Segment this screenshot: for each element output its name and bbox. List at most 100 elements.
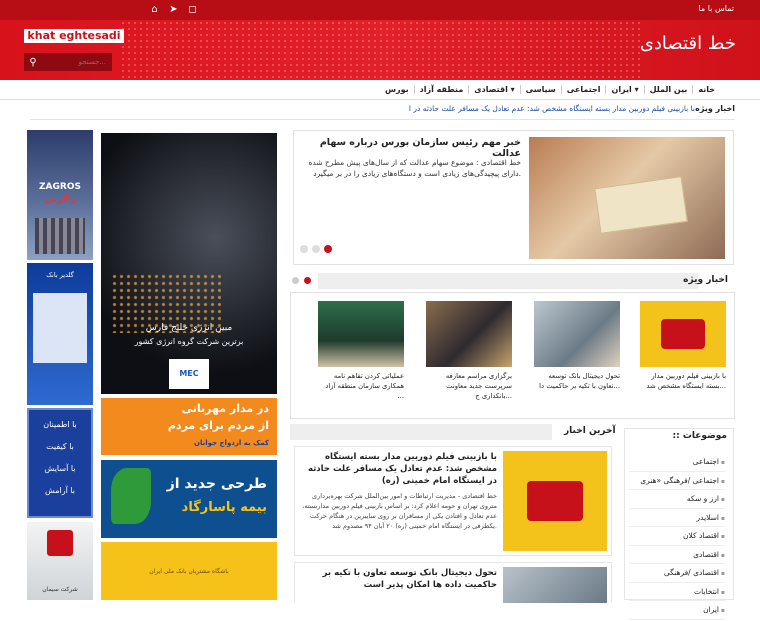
- slider-dot-2[interactable]: [312, 245, 320, 253]
- news-ticker: اخبار ویژه با بازبینی فیلم دوربین مدار ب…: [30, 100, 735, 120]
- featured-caption[interactable]: تحول دیجیتال بانک توسعه تعاون با تکیه بر…: [534, 371, 620, 391]
- featured-image[interactable]: [426, 301, 512, 367]
- instagram-icon[interactable]: ◻: [183, 0, 202, 20]
- topic-item[interactable]: اقتصادی: [629, 546, 725, 564]
- main-nav: خانه بین الملل ایران ▾ اجتماعی سیاسی اقت…: [0, 80, 760, 100]
- ad-persian-gulf-sub: برترین شرکت گروه انرژی کشور: [134, 337, 244, 346]
- contact-link[interactable]: تماس با ما: [698, 4, 734, 13]
- ad-bank-melli-text: باشگاه مشتریان بانک ملی ایران: [149, 568, 229, 575]
- ticker-label: اخبار ویژه: [695, 104, 735, 113]
- ad-calm-line-1: با اطمینان: [43, 420, 77, 429]
- latest-title: آخرین اخبار: [564, 426, 616, 436]
- slider-dot-3[interactable]: [300, 245, 308, 253]
- featured-prev[interactable]: [292, 277, 299, 284]
- topics-title: :: موضوعات: [672, 431, 727, 441]
- ad-calm[interactable]: با اطمینان با کیفیت با آسایش با آرامش: [27, 408, 93, 518]
- home-icon[interactable]: ⌂: [145, 0, 164, 20]
- ad-zagros-plant: [35, 218, 85, 254]
- nav-item-economic[interactable]: اقتصادی ▾: [468, 85, 519, 94]
- news-desc: خط اقتصادی - مدیریت ارتباطات و امور بین‌…: [302, 492, 497, 530]
- ad-bank[interactable]: گلدیر بانک: [27, 263, 93, 405]
- topic-item[interactable]: ارز و سکه: [629, 490, 725, 509]
- news-item[interactable]: تحول دیجیتال بانک توسعه تعاون با تکیه بر…: [294, 562, 612, 603]
- featured-caption[interactable]: عملیاتی کردن تفاهم نامه همکاری سازمان من…: [318, 371, 404, 401]
- ad-calm-line-3: با آسایش: [44, 464, 76, 473]
- ad-pasargad-line-1: طرحی جدید از: [166, 476, 267, 492]
- topic-item[interactable]: اسلایدر: [629, 509, 725, 527]
- ticker-link[interactable]: با بازبینی فیلم دوربین مدار بسته ایستگاه…: [409, 104, 695, 113]
- headline-slider[interactable]: خبر مهم رئیس سازمان بورس درباره سهام عدا…: [293, 130, 734, 265]
- topic-item[interactable]: انتخابات: [629, 583, 725, 601]
- topic-item[interactable]: اقتصادی /فرهنگی: [629, 564, 725, 583]
- ad-pasargad[interactable]: طرحی جدید از بیمه پاسارگاد: [101, 460, 277, 538]
- ad-zagros[interactable]: ZAGROS زاگرس: [27, 130, 93, 260]
- featured-title: اخبار ویژه: [683, 275, 728, 285]
- featured-caption[interactable]: با بازبینی فیلم دوربین مدار بسته ایستگاه…: [640, 371, 726, 391]
- featured-image[interactable]: [640, 301, 726, 367]
- nav-item-bourse[interactable]: بورس: [380, 85, 414, 94]
- news-title[interactable]: با بازبینی فیلم دوربین مدار بسته ایستگاه…: [297, 451, 497, 487]
- search-box: ⚲: [24, 53, 112, 71]
- slider-dot-1[interactable]: [324, 245, 332, 253]
- featured-next[interactable]: [304, 277, 311, 284]
- telegram-icon[interactable]: ➤: [164, 0, 183, 20]
- ad-persian-gulf[interactable]: مبین انرژی خلیج فارس برترین شرکت گروه ان…: [101, 133, 277, 394]
- latest-news: با بازبینی فیلم دوربین مدار بسته ایستگاه…: [290, 440, 616, 603]
- ad-zagros-sub: زاگرس: [44, 195, 76, 205]
- ad-persian-gulf-title: مبین انرژی خلیج فارس: [145, 323, 233, 333]
- ad-mehrbani-line-2: از مردم برای مردم: [167, 419, 269, 432]
- ad-mehrbani-sub: کمک به ازدواج جوانان: [194, 439, 269, 447]
- news-item[interactable]: با بازبینی فیلم دوربین مدار بسته ایستگاه…: [294, 446, 612, 556]
- featured-bar: [318, 273, 698, 289]
- featured-caption[interactable]: برگزاری مراسم معارفه سرپرست جدید معاونت …: [426, 371, 512, 401]
- topic-item[interactable]: اجتماعی: [629, 453, 725, 472]
- ad-bank-melli[interactable]: باشگاه مشتریان بانک ملی ایران: [101, 542, 277, 600]
- news-title[interactable]: تحول دیجیتال بانک توسعه تعاون با تکیه بر…: [297, 567, 497, 591]
- site-name[interactable]: خط اقتصادی: [640, 33, 736, 54]
- nav-item-international[interactable]: بین الملل: [643, 85, 693, 94]
- top-bar: تماس با ما ⌂ ➤ ◻: [0, 0, 760, 20]
- featured-item[interactable]: با بازبینی فیلم دوربین مدار بسته ایستگاه…: [640, 301, 726, 391]
- ad-zagros-title: ZAGROS: [39, 182, 81, 192]
- ad-mehrbani-line-1: در مدار مهربانی: [181, 402, 269, 415]
- ad-mehrbani[interactable]: در مدار مهربانی از مردم برای مردم کمک به…: [101, 398, 277, 455]
- slider-title[interactable]: خبر مهم رئیس سازمان بورس درباره سهام عدا…: [301, 137, 521, 159]
- nav-item-home[interactable]: خانه: [692, 85, 720, 94]
- nav-item-social[interactable]: اجتماعی: [560, 85, 606, 94]
- search-input[interactable]: [42, 58, 110, 66]
- site-header: khat eghtesadi ⚲ خط اقتصادی: [0, 20, 760, 80]
- news-image[interactable]: [503, 567, 607, 603]
- notice-badge: [527, 481, 583, 521]
- ad-calm-line-2: با کیفیت: [46, 442, 74, 451]
- featured-image[interactable]: [318, 301, 404, 367]
- search-icon[interactable]: ⚲: [24, 57, 42, 68]
- ad-mabin-logo: MEC: [169, 359, 209, 389]
- featured-image[interactable]: [534, 301, 620, 367]
- share-card-image: [594, 176, 688, 234]
- site-logo[interactable]: khat eghtesadi: [24, 29, 124, 43]
- ad-cement-logo: [47, 530, 73, 556]
- topic-item[interactable]: اقتصاد کلان: [629, 527, 725, 546]
- slider-dots: [300, 245, 336, 253]
- featured-item[interactable]: عملیاتی کردن تفاهم نامه همکاری سازمان من…: [318, 301, 404, 401]
- featured-nav-dots: [292, 277, 311, 284]
- nav-item-iran[interactable]: ایران ▾: [605, 85, 643, 94]
- ad-bank-text: گلدیر بانک: [46, 271, 74, 279]
- topic-item[interactable]: اجتماعی /فرهنگی «هنری: [629, 472, 725, 490]
- latest-bar: [290, 424, 552, 440]
- featured-item[interactable]: برگزاری مراسم معارفه سرپرست جدید معاونت …: [426, 301, 512, 401]
- nav-item-political[interactable]: سیاسی: [519, 85, 561, 94]
- nav-item-free-zone[interactable]: منطقه آزاد: [413, 85, 469, 94]
- featured-item[interactable]: تحول دیجیتال بانک توسعه تعاون با تکیه بر…: [534, 301, 620, 391]
- topic-item[interactable]: ایران: [629, 601, 725, 620]
- news-image[interactable]: [503, 451, 607, 551]
- ad-cement[interactable]: شرکت سیمان: [27, 522, 93, 600]
- social-icons: ⌂ ➤ ◻: [145, 0, 202, 20]
- featured-news: با بازبینی فیلم دوربین مدار بسته ایستگاه…: [290, 292, 735, 419]
- ad-pasargad-line-2: بیمه پاسارگاد: [181, 500, 267, 515]
- world-map-pattern: [120, 20, 640, 80]
- slider-image[interactable]: [529, 137, 725, 259]
- notice-badge: [661, 319, 705, 349]
- ad-cement-brand: شرکت سیمان: [42, 586, 78, 593]
- ad-calm-line-4: با آرامش: [45, 486, 75, 495]
